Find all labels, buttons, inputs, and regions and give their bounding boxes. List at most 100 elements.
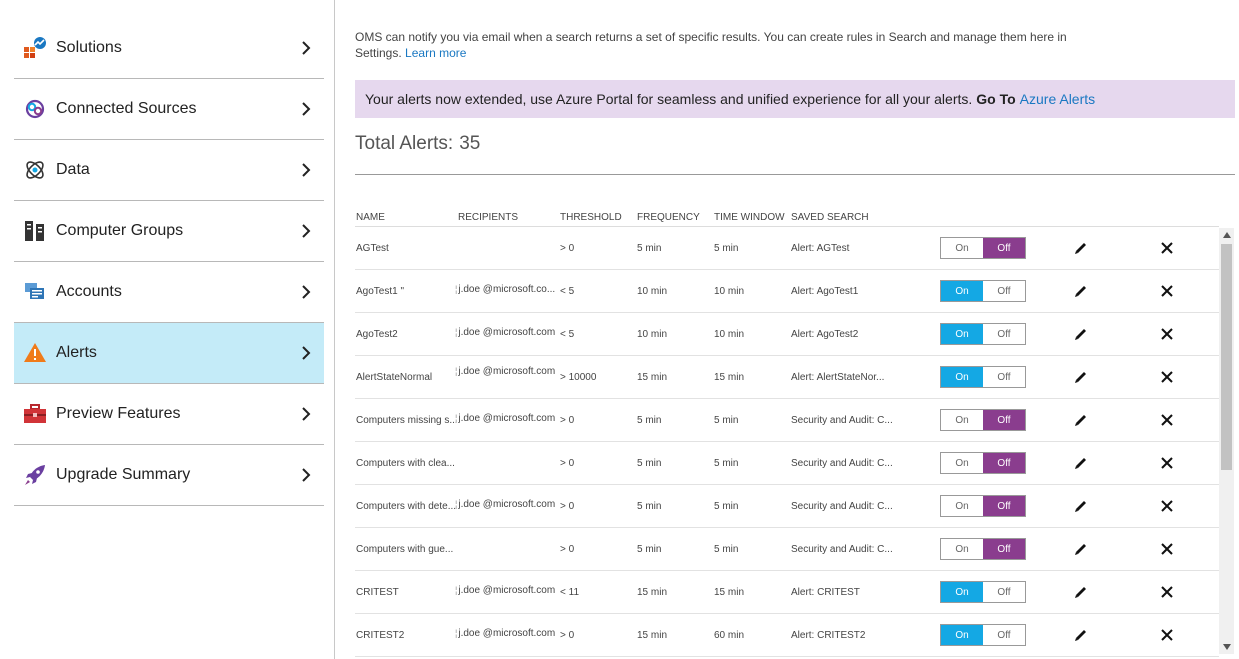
divider <box>355 174 1235 175</box>
edit-pencil-icon[interactable] <box>1073 541 1089 557</box>
delete-x-icon[interactable] <box>1159 455 1175 471</box>
delete-x-icon[interactable] <box>1159 369 1175 385</box>
delete-x-icon[interactable] <box>1159 584 1175 600</box>
toggle-on-option[interactable]: On <box>941 410 983 430</box>
alert-name: CRITEST2 <box>356 629 405 641</box>
col-header-time-window: TIME WINDOW <box>714 212 785 223</box>
toggle-on-option[interactable]: On <box>941 539 983 559</box>
scroll-down-arrow-icon[interactable] <box>1219 640 1234 654</box>
chevron-right-icon <box>296 343 316 363</box>
edit-pencil-icon[interactable] <box>1073 455 1089 471</box>
learn-more-link[interactable]: Learn more <box>405 46 466 60</box>
edit-pencil-icon[interactable] <box>1073 283 1089 299</box>
delete-x-icon[interactable] <box>1159 498 1175 514</box>
toggle-off-option[interactable]: Off <box>983 539 1025 559</box>
sidebar-item-alerts[interactable]: Alerts <box>14 323 324 384</box>
computer-groups-icon <box>23 219 47 243</box>
alert-enabled-toggle[interactable]: On Off <box>940 409 1026 431</box>
sidebar-item-label: Preview Features <box>56 405 181 422</box>
alert-time-window: 5 min <box>714 500 739 512</box>
toggle-off-option[interactable]: Off <box>983 367 1025 387</box>
col-header-frequency: FREQUENCY <box>637 212 700 223</box>
edit-pencil-icon[interactable] <box>1073 584 1089 600</box>
scrollbar-thumb[interactable] <box>1221 244 1232 470</box>
toggle-off-option[interactable]: Off <box>983 324 1025 344</box>
delete-x-icon[interactable] <box>1159 326 1175 342</box>
alert-saved-search: Alert: AlertStateNor... <box>791 371 885 383</box>
connected-sources-icon <box>23 97 47 121</box>
edit-pencil-icon[interactable] <box>1073 369 1089 385</box>
sidebar-item-data[interactable]: Data <box>14 140 324 201</box>
toggle-off-option[interactable]: Off <box>983 410 1025 430</box>
azure-alerts-link[interactable]: Azure Alerts <box>1020 91 1095 107</box>
alert-frequency: 10 min <box>637 285 668 297</box>
alert-frequency: 15 min <box>637 629 668 641</box>
alert-enabled-toggle[interactable]: On Off <box>940 237 1026 259</box>
edit-pencil-icon[interactable] <box>1073 498 1089 514</box>
delete-x-icon[interactable] <box>1159 283 1175 299</box>
alert-enabled-toggle[interactable]: On Off <box>940 452 1026 474</box>
alert-time-window: 10 min <box>714 328 745 340</box>
alert-threshold: > 0 <box>560 543 575 555</box>
edit-pencil-icon[interactable] <box>1073 627 1089 643</box>
alert-time-window: 5 min <box>714 543 739 555</box>
delete-x-icon[interactable] <box>1159 412 1175 428</box>
toggle-on-option[interactable]: On <box>941 582 983 602</box>
total-alerts-value: 35 <box>459 133 481 154</box>
info-text: OMS can notify you via email when a sear… <box>355 29 1075 61</box>
toggle-on-option[interactable]: On <box>941 367 983 387</box>
table-row: AgoTest2 ¦ j.doe @microsoft.com < 5 10 mi… <box>355 313 1219 356</box>
toggle-on-option[interactable]: On <box>941 625 983 645</box>
toggle-off-option[interactable]: Off <box>983 582 1025 602</box>
alert-enabled-toggle[interactable]: On Off <box>940 280 1026 302</box>
alert-threshold: < 11 <box>560 586 579 598</box>
alert-enabled-toggle[interactable]: On Off <box>940 366 1026 388</box>
edit-pencil-icon[interactable] <box>1073 240 1089 256</box>
sidebar-item-preview-features[interactable]: Preview Features <box>14 384 324 445</box>
toggle-off-option[interactable]: Off <box>983 625 1025 645</box>
banner-goto: Go To <box>976 91 1016 107</box>
delete-x-icon[interactable] <box>1159 240 1175 256</box>
alert-enabled-toggle[interactable]: On Off <box>940 581 1026 603</box>
sidebar-item-label: Computer Groups <box>56 222 184 239</box>
sidebar-item-solutions[interactable]: Solutions <box>14 18 324 79</box>
alert-enabled-toggle[interactable]: On Off <box>940 323 1026 345</box>
delete-x-icon[interactable] <box>1159 541 1175 557</box>
toggle-off-option[interactable]: Off <box>983 238 1025 258</box>
sidebar-item-connected-sources[interactable]: Connected Sources <box>14 79 324 140</box>
alert-enabled-toggle[interactable]: On Off <box>940 538 1026 560</box>
toggle-on-option[interactable]: On <box>941 281 983 301</box>
toggle-off-option[interactable]: Off <box>983 453 1025 473</box>
table-scrollbar[interactable] <box>1219 228 1234 654</box>
alert-threshold: > 0 <box>560 242 575 254</box>
sidebar-item-upgrade-summary[interactable]: Upgrade Summary <box>14 445 324 506</box>
toggle-off-option[interactable]: Off <box>983 496 1025 516</box>
alert-time-window: 10 min <box>714 285 745 297</box>
alert-recipients: ¦ j.doe @microsoft.co... <box>455 270 555 312</box>
alert-recipients: ¦ j.doe @microsoft.com <box>455 313 555 355</box>
alert-saved-search: Security and Audit: C... <box>791 414 893 426</box>
edit-pencil-icon[interactable] <box>1073 412 1089 428</box>
recipients-value: j.doe @microsoft.com <box>458 327 555 338</box>
alert-recipients <box>455 528 555 570</box>
sidebar-item-accounts[interactable]: Accounts <box>14 262 324 323</box>
delete-x-icon[interactable] <box>1159 627 1175 643</box>
azure-alerts-banner: Your alerts now extended, use Azure Port… <box>355 80 1235 118</box>
settings-sidebar: Solutions Connected Sources Data Compute… <box>0 0 335 659</box>
toggle-off-option[interactable]: Off <box>983 281 1025 301</box>
toggle-on-option[interactable]: On <box>941 324 983 344</box>
alert-saved-search: Alert: CRITEST2 <box>791 629 866 641</box>
sidebar-item-computer-groups[interactable]: Computer Groups <box>14 201 324 262</box>
data-icon <box>23 158 47 182</box>
alert-enabled-toggle[interactable]: On Off <box>940 624 1026 646</box>
scroll-up-arrow-icon[interactable] <box>1219 228 1234 242</box>
table-row: Computers with clea... > 0 5 min 5 min S… <box>355 442 1219 485</box>
toggle-on-option[interactable]: On <box>941 238 983 258</box>
toggle-on-option[interactable]: On <box>941 496 983 516</box>
toggle-on-option[interactable]: On <box>941 453 983 473</box>
alert-threshold: > 0 <box>560 414 575 426</box>
table-row: AlertStateNormal ¦ j.doe @microsoft.com >… <box>355 356 1219 399</box>
alert-enabled-toggle[interactable]: On Off <box>940 495 1026 517</box>
recipient-marker-icon: ¦ <box>455 284 458 294</box>
edit-pencil-icon[interactable] <box>1073 326 1089 342</box>
